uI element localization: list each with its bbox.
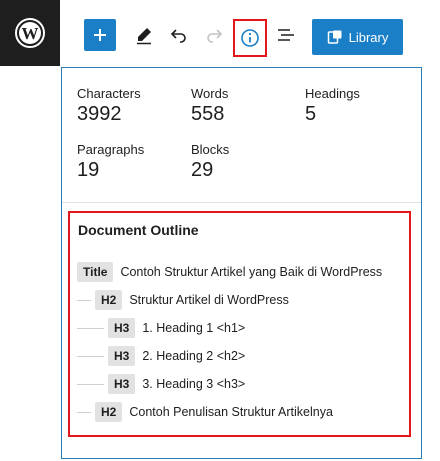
outline-connector: [77, 411, 91, 413]
heading-level-badge: H2: [95, 402, 123, 422]
outline-item[interactable]: H3 1. Heading 1 <h1>: [77, 317, 245, 339]
stat-characters: Characters 3992: [77, 86, 187, 126]
list-view-button[interactable]: [271, 20, 301, 50]
outline-item[interactable]: H3 3. Heading 3 <h3>: [77, 373, 245, 395]
stat-label: Characters: [77, 86, 141, 101]
outline-item-text: Struktur Artikel di WordPress: [129, 293, 289, 307]
heading-level-badge: H3: [108, 374, 136, 394]
document-outline: Document Outline Title Contoh Struktur A…: [68, 211, 411, 437]
wordpress-logo-button[interactable]: W: [0, 0, 60, 66]
stat-value: 29: [191, 159, 214, 181]
editor-toolbar: Library: [60, 0, 440, 66]
outline-item[interactable]: Title Contoh Struktur Artikel yang Baik …: [77, 261, 382, 283]
stat-headings: Headings 5: [305, 86, 415, 126]
heading-level-badge: H3: [108, 346, 136, 366]
list-view-icon: [278, 29, 294, 41]
stat-label: Paragraphs: [77, 142, 145, 157]
stat-value: 5: [305, 103, 317, 125]
library-icon: [327, 30, 342, 44]
stat-value: 19: [77, 159, 100, 181]
info-icon: [241, 29, 259, 47]
outline-item[interactable]: H2 Contoh Penulisan Struktur Artikelnya: [77, 401, 333, 423]
outline-item-text: 1. Heading 1 <h1>: [142, 321, 246, 335]
outline-connector: [77, 383, 104, 385]
stat-label: Words: [191, 86, 229, 101]
wordpress-icon: W: [15, 18, 45, 48]
stat-label: Headings: [305, 86, 360, 101]
outline-connector: [77, 299, 91, 301]
outline-item-text: 2. Heading 2 <h2>: [142, 349, 246, 363]
add-block-button[interactable]: [84, 19, 116, 51]
outline-item-text: Contoh Struktur Artikel yang Baik di Wor…: [120, 265, 383, 279]
heading-level-badge: H3: [108, 318, 136, 338]
plus-icon: [94, 29, 106, 41]
stat-value: 558: [191, 103, 225, 125]
details-button[interactable]: [233, 19, 267, 57]
tools-button[interactable]: [129, 20, 159, 50]
heading-level-badge: Title: [77, 262, 114, 282]
undo-button[interactable]: [164, 20, 194, 50]
library-button-label: Library: [348, 29, 389, 45]
undo-icon: [170, 29, 186, 43]
heading-level-badge: H2: [95, 290, 123, 310]
redo-icon: [207, 29, 223, 43]
stat-value: 3992: [77, 103, 122, 125]
redo-button[interactable]: [199, 20, 229, 50]
outline-connector: [77, 355, 104, 357]
panel-divider: [62, 202, 421, 203]
outline-item[interactable]: H2 Struktur Artikel di WordPress: [77, 289, 289, 311]
svg-text:W: W: [22, 24, 39, 43]
outline-title: Document Outline: [78, 222, 199, 238]
pencil-icon: [137, 28, 151, 45]
stat-words: Words 558: [191, 86, 301, 126]
stat-paragraphs: Paragraphs 19: [77, 142, 187, 182]
stat-label: Blocks: [191, 142, 230, 157]
library-button[interactable]: Library: [312, 19, 403, 55]
outline-item-text: 3. Heading 3 <h3>: [142, 377, 246, 391]
outline-connector: [77, 327, 104, 329]
outline-item-text: Contoh Penulisan Struktur Artikelnya: [129, 405, 333, 419]
document-details-panel: Characters 3992 Words 558 Headings 5 Par…: [61, 67, 422, 459]
stat-blocks: Blocks 29: [191, 142, 301, 182]
outline-item[interactable]: H3 2. Heading 2 <h2>: [77, 345, 245, 367]
